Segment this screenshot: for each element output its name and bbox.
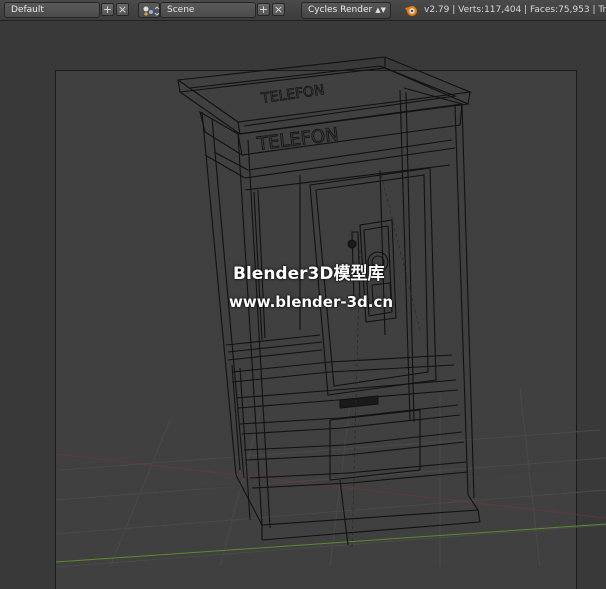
x-axis-line: [55, 453, 606, 519]
floor-grid: [55, 387, 606, 567]
front-sign-text: TELEFON: [255, 124, 340, 155]
watermark-title: Blender3D模型库: [233, 264, 385, 284]
back-sign-text: TELEFON: [259, 82, 325, 107]
telephone-unit: [339, 219, 397, 409]
watermark-url: www.blender-3d.cn: [229, 293, 394, 311]
